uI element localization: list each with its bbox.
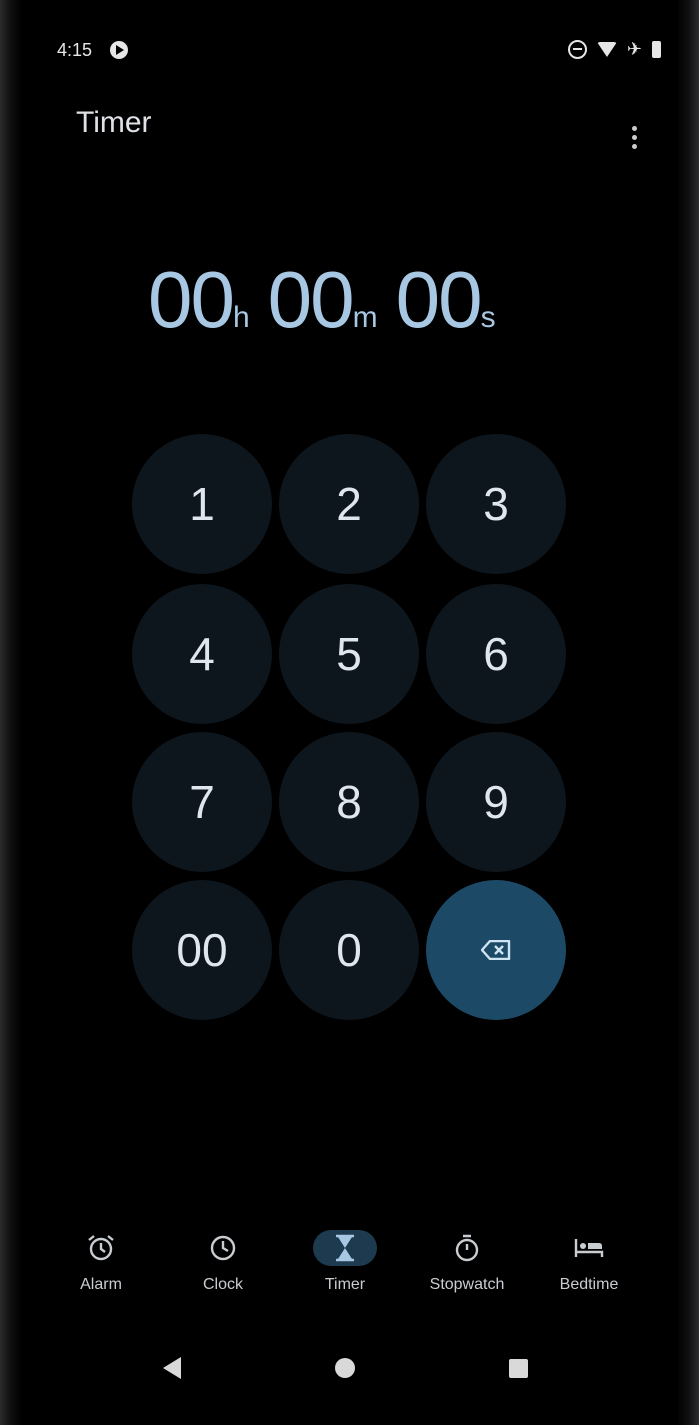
phone-frame: 4:15 ✈ Timer 00h 00m 00s 1 2 3 4 5 6 7 8 9…	[0, 0, 699, 1425]
seconds-unit: s	[480, 301, 496, 334]
seconds-value: 00	[395, 255, 483, 344]
delete-button[interactable]	[426, 880, 566, 1020]
status-time: 4:15	[57, 40, 93, 60]
stopwatch-icon	[435, 1230, 499, 1266]
key-8[interactable]: 8	[279, 732, 419, 872]
tab-label: Timer	[324, 1276, 366, 1293]
key-4[interactable]: 4	[132, 584, 272, 724]
tab-stopwatch[interactable]: Stopwatch	[412, 1230, 522, 1294]
clock-icon	[191, 1230, 255, 1266]
menu-dot	[631, 143, 637, 149]
bottom-navigation: Alarm Clock Timer Stopwatch Bedtime	[24, 1230, 675, 1310]
tab-label: Alarm	[80, 1276, 122, 1293]
key-00[interactable]: 00	[132, 880, 272, 1020]
home-icon	[335, 1358, 355, 1378]
alarm-clock-icon	[69, 1230, 133, 1266]
minutes-value: 00	[267, 255, 355, 344]
tab-label: Stopwatch	[429, 1276, 505, 1293]
key-7[interactable]: 7	[132, 732, 272, 872]
tab-timer[interactable]: Timer	[290, 1230, 400, 1294]
tab-label: Bedtime	[559, 1276, 619, 1293]
key-5[interactable]: 5	[279, 584, 419, 724]
do-not-disturb-icon	[567, 40, 587, 59]
numeric-keypad: 1 2 3 4 5 6 7 8 9 00 0	[126, 434, 572, 1020]
key-9[interactable]: 9	[426, 732, 566, 872]
recents-icon	[508, 1358, 528, 1378]
battery-icon	[652, 41, 661, 58]
hourglass-icon	[313, 1230, 377, 1266]
back-icon	[163, 1357, 181, 1379]
tab-label: Clock	[202, 1276, 243, 1293]
tab-clock[interactable]: Clock	[168, 1230, 278, 1294]
page-title: Timer	[76, 106, 152, 139]
backspace-icon	[481, 940, 511, 960]
back-button[interactable]	[152, 1348, 192, 1388]
media-play-icon	[110, 41, 128, 59]
status-bar: 4:15 ✈	[24, 40, 675, 66]
tab-alarm[interactable]: Alarm	[46, 1230, 156, 1294]
timer-readout: 00h 00m 00s	[148, 254, 514, 346]
screen: 4:15 ✈ Timer 00h 00m 00s 1 2 3 4 5 6 7 8 9…	[24, 14, 675, 1414]
home-button[interactable]	[325, 1348, 365, 1388]
airplane-mode-icon: ✈	[626, 38, 642, 60]
key-0[interactable]: 0	[279, 880, 419, 1020]
key-1[interactable]: 1	[132, 434, 272, 574]
system-navigation	[24, 1348, 675, 1388]
hours-value: 00	[148, 255, 235, 344]
hours-unit: h	[232, 301, 250, 334]
tab-bedtime[interactable]: Bedtime	[534, 1230, 644, 1294]
wifi-icon	[596, 42, 617, 57]
menu-dot	[631, 134, 637, 140]
key-3[interactable]: 3	[426, 434, 566, 574]
recents-button[interactable]	[498, 1348, 538, 1388]
overflow-menu-button[interactable]	[617, 111, 651, 163]
menu-dot	[631, 125, 637, 131]
status-icons: ✈	[567, 38, 661, 60]
key-6[interactable]: 6	[426, 584, 566, 724]
minutes-unit: m	[352, 301, 378, 334]
bed-icon	[557, 1230, 621, 1266]
key-2[interactable]: 2	[279, 434, 419, 574]
